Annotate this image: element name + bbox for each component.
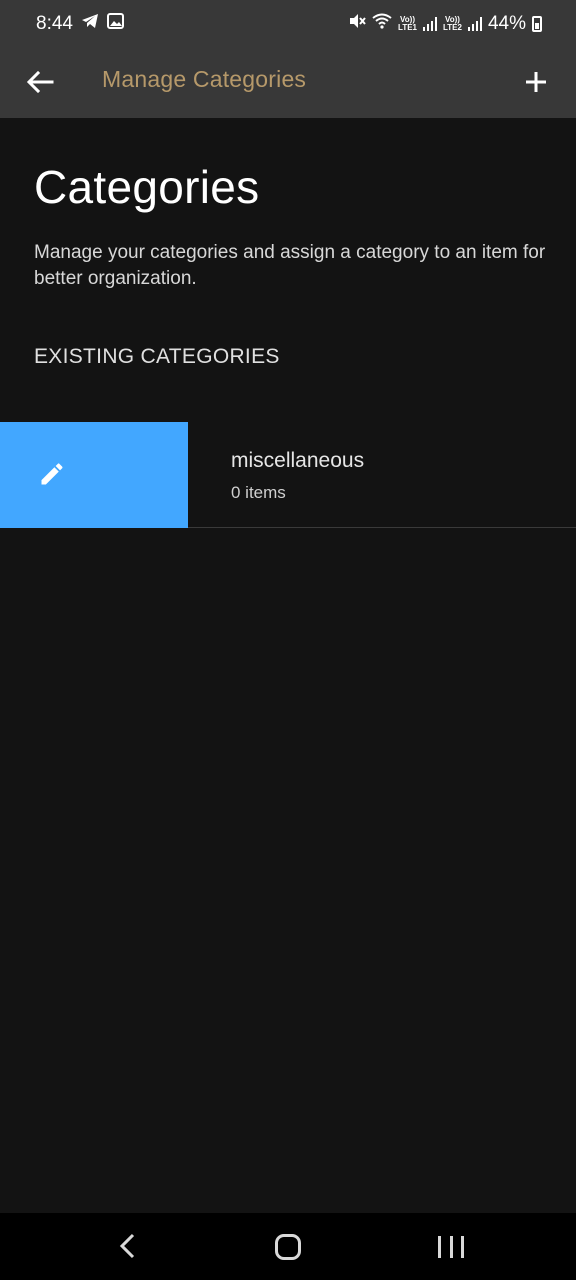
pencil-icon (41, 463, 63, 485)
wifi-icon (372, 13, 392, 35)
recents-bar-icon (438, 1236, 441, 1258)
app-bar: Manage Categories (0, 48, 576, 118)
status-right: Vo)) LTE1 Vo)) LTE2 44% (348, 13, 542, 35)
status-bar: 8:44 Vo)) LTE1 Vo)) LTE2 44% (0, 0, 576, 48)
battery-icon (532, 16, 542, 32)
mute-icon (348, 13, 366, 35)
category-item-count: 0 items (231, 483, 286, 502)
status-time: 8:44 (36, 13, 73, 34)
recents-bar-icon (461, 1236, 464, 1258)
page-title: Categories (34, 161, 260, 213)
navigation-bar (0, 1213, 576, 1280)
nav-back-button[interactable] (114, 1231, 142, 1261)
telegram-icon (81, 13, 99, 35)
edit-category-button[interactable] (0, 422, 188, 528)
signal1-icon (423, 17, 437, 31)
chevron-left-icon (119, 1233, 135, 1259)
volte2-indicator: Vo)) LTE2 (443, 16, 462, 32)
app-bar-title: Manage Categories (102, 66, 307, 92)
plus-icon (526, 72, 546, 92)
gallery-icon (106, 13, 124, 35)
battery-percent: 44% (487, 13, 526, 34)
lte2-label: LTE2 (443, 23, 462, 32)
back-button[interactable] (22, 64, 58, 100)
screen: 8:44 Vo)) LTE1 Vo)) LTE2 44% Manage Cate… (0, 0, 576, 1280)
signal2-icon (467, 17, 482, 31)
nav-home-button[interactable] (275, 1234, 301, 1260)
category-row[interactable]: miscellaneous 0 items (0, 422, 576, 528)
recents-bar-icon (449, 1236, 453, 1258)
add-category-button[interactable] (516, 62, 556, 102)
arrow-left-icon (26, 71, 54, 93)
category-name: miscellaneous (231, 449, 365, 472)
page-description: Manage your categories and assign a cate… (34, 242, 546, 289)
lte1-label: LTE1 (398, 23, 417, 32)
status-left: 8:44 (36, 13, 124, 35)
volte1-indicator: Vo)) LTE1 (398, 16, 417, 32)
section-header: EXISTING CATEGORIES (34, 345, 280, 368)
nav-recents-button[interactable] (438, 1236, 464, 1258)
